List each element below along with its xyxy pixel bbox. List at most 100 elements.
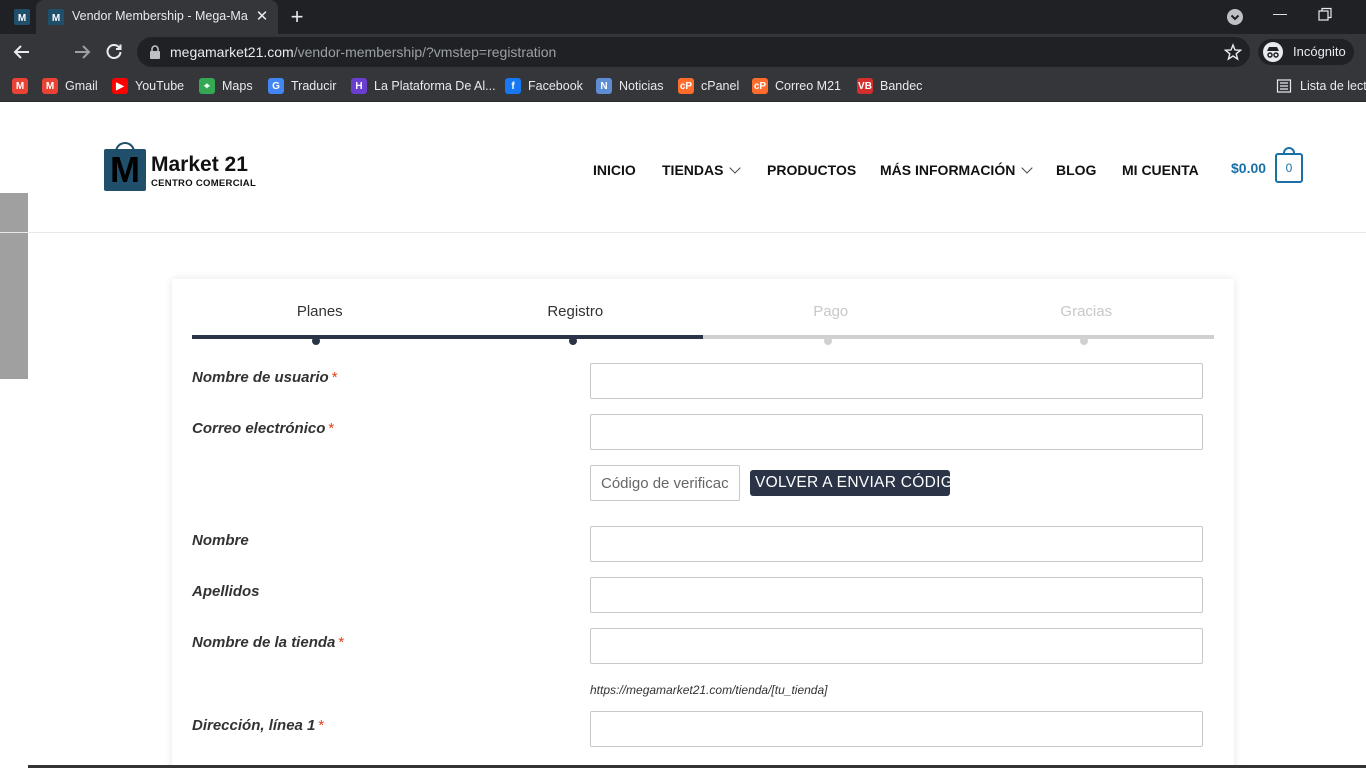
tab-title: Vendor Membership - Mega-Market 21	[72, 9, 248, 23]
step-dot	[1080, 337, 1088, 345]
step-progress-fill	[192, 335, 703, 339]
window-restore-icon[interactable]	[1316, 6, 1334, 24]
site-favicon-icon: M	[48, 9, 64, 25]
reading-list-icon	[1276, 79, 1292, 93]
url-text[interactable]: megamarket21.com/vendor-membership/?vmst…	[170, 44, 556, 60]
email-input[interactable]	[590, 414, 1203, 450]
nav-item-inicio[interactable]: INICIO	[593, 160, 636, 180]
bookmark-item[interactable]: ▶ YouTube	[112, 77, 184, 95]
nav-item-productos[interactable]: PRODUCTOS	[767, 160, 856, 180]
address-bar[interactable]: megamarket21.com/vendor-membership/?vmst…	[137, 37, 1250, 67]
bookmark-star-icon[interactable]	[1224, 43, 1242, 61]
username-label: Nombre de usuario *	[192, 369, 338, 386]
last-name-label: Apellidos	[192, 583, 260, 600]
first-name-input[interactable]	[590, 526, 1203, 562]
url-path: /vendor-membership/?vmstep=registration	[293, 44, 557, 60]
tab-search-icon[interactable]	[1226, 8, 1244, 26]
browser-toolbar: megamarket21.com/vendor-membership/?vmst…	[0, 34, 1366, 70]
bookmark-label: Correo M21	[775, 79, 841, 93]
chevron-down-icon	[729, 162, 742, 174]
nav-item-blog[interactable]: BLOG	[1056, 160, 1096, 180]
bookmark-label: YouTube	[135, 79, 185, 93]
nav-label: BLOG	[1056, 162, 1097, 178]
step-dot	[312, 337, 320, 345]
svg-text:M: M	[52, 13, 60, 24]
registration-card: Planes Registro Pago Gracias Nombre de u…	[172, 279, 1234, 768]
forward-arrow-icon[interactable]	[72, 42, 92, 62]
gmail-icon: M	[42, 78, 58, 94]
lock-icon[interactable]	[149, 45, 161, 59]
bookmark-item[interactable]: f Facebook	[505, 77, 583, 95]
nav-label: TIENDAS	[662, 162, 724, 178]
step-registro[interactable]: Registro	[448, 303, 704, 320]
tab-vendor-membership[interactable]: M Vendor Membership - Mega-Market 21 ✕	[36, 0, 278, 34]
url-host: megamarket21.com	[170, 44, 294, 60]
reading-list-button[interactable]: Lista de lectura	[1276, 77, 1366, 95]
incognito-icon	[1263, 42, 1283, 62]
shop-url-hint: https://megamarket21.com/tienda/[tu_tien…	[590, 683, 828, 697]
bookmark-item[interactable]: G Traducir	[268, 77, 336, 95]
site-logo[interactable]: M Market 21 CENTRO COMERCIAL	[104, 142, 264, 193]
pinned-tab-favicon-icon[interactable]: M	[14, 9, 30, 25]
youtube-icon: ▶	[112, 78, 128, 94]
chevron-down-icon	[1021, 162, 1033, 174]
gmail-shortcut-icon[interactable]: M	[12, 77, 35, 95]
required-marker: *	[338, 634, 345, 651]
plataforma-icon: H	[351, 78, 367, 94]
bookmark-item[interactable]: H La Plataforma De Al...	[351, 77, 496, 95]
facebook-icon: f	[505, 78, 521, 94]
required-marker: *	[331, 369, 338, 386]
shop-name-label: Nombre de la tienda *	[192, 634, 345, 651]
required-marker: *	[328, 420, 335, 437]
required-marker: *	[318, 717, 325, 734]
address-line-1-label: Dirección, línea 1 *	[192, 717, 325, 734]
bookmark-item[interactable]: cP Correo M21	[752, 77, 841, 95]
nav-label: MÁS INFORMACIÓN	[880, 162, 1016, 178]
bookmark-label: La Plataforma De Al...	[374, 79, 496, 93]
browser-tab-bar: M M Vendor Membership - Mega-Market 21 ✕…	[0, 0, 1366, 34]
step-planes[interactable]: Planes	[192, 303, 448, 320]
cart-count: 0	[1285, 161, 1293, 175]
shop-name-input[interactable]	[590, 628, 1203, 664]
resend-code-button[interactable]: VOLVER A ENVIAR CÓDIGO	[750, 470, 950, 496]
address-line-1-input[interactable]	[590, 711, 1203, 747]
page-content: M Market 21 CENTRO COMERCIAL INICIO TIEN…	[0, 103, 1366, 768]
reload-icon[interactable]	[104, 42, 124, 62]
bookmark-item[interactable]: cP cPanel	[678, 77, 739, 95]
email-label: Correo electrónico *	[192, 420, 335, 437]
last-name-input[interactable]	[590, 577, 1203, 613]
cart-total[interactable]: $0.00	[1231, 160, 1266, 176]
window-minimize-icon[interactable]: —	[1270, 6, 1290, 26]
new-tab-icon[interactable]: +	[286, 6, 308, 28]
bookmark-item[interactable]: VB Bandec	[857, 77, 922, 95]
nav-item-mi-cuenta[interactable]: MI CUENTA	[1122, 160, 1199, 180]
verification-code-input[interactable]	[590, 465, 740, 501]
incognito-label: Incógnito	[1293, 44, 1346, 59]
bookmark-item[interactable]: M Gmail	[42, 77, 98, 95]
back-arrow-icon[interactable]	[12, 42, 32, 62]
cart-icon[interactable]: 0	[1275, 147, 1303, 183]
bandec-icon: VB	[857, 78, 873, 94]
bookmark-item[interactable]: ⌖ Maps	[199, 77, 253, 95]
maps-icon: ⌖	[199, 78, 215, 94]
site-header: M Market 21 CENTRO COMERCIAL INICIO TIEN…	[0, 103, 1366, 233]
username-input[interactable]	[590, 363, 1203, 399]
incognito-indicator[interactable]: Incógnito	[1258, 39, 1354, 65]
nav-item-mas-informacion[interactable]: MÁS INFORMACIÓN	[880, 160, 1033, 180]
step-dot	[569, 337, 577, 345]
logo-name: Market 21	[151, 153, 248, 176]
step-dot	[824, 337, 832, 345]
bookmark-label: Bandec	[880, 79, 923, 93]
nav-label: PRODUCTOS	[767, 162, 857, 178]
bookmarks-bar: M Gmail ▶ YouTube ⌖ Maps G Traducir H La Platafor…	[0, 70, 1366, 102]
step-pago: Pago	[813, 303, 849, 320]
tab-close-icon[interactable]: ✕	[253, 8, 271, 26]
bookmark-label: cPanel	[701, 79, 740, 93]
bookmark-label: Gmail	[65, 79, 98, 93]
svg-text:M: M	[18, 13, 26, 24]
reading-list-label: Lista de lectura	[1300, 79, 1366, 93]
translate-icon: G	[268, 78, 284, 94]
bookmark-item[interactable]: N Noticias	[596, 77, 663, 95]
nav-item-tiendas[interactable]: TIENDAS	[662, 160, 742, 180]
first-name-label: Nombre	[192, 532, 249, 549]
